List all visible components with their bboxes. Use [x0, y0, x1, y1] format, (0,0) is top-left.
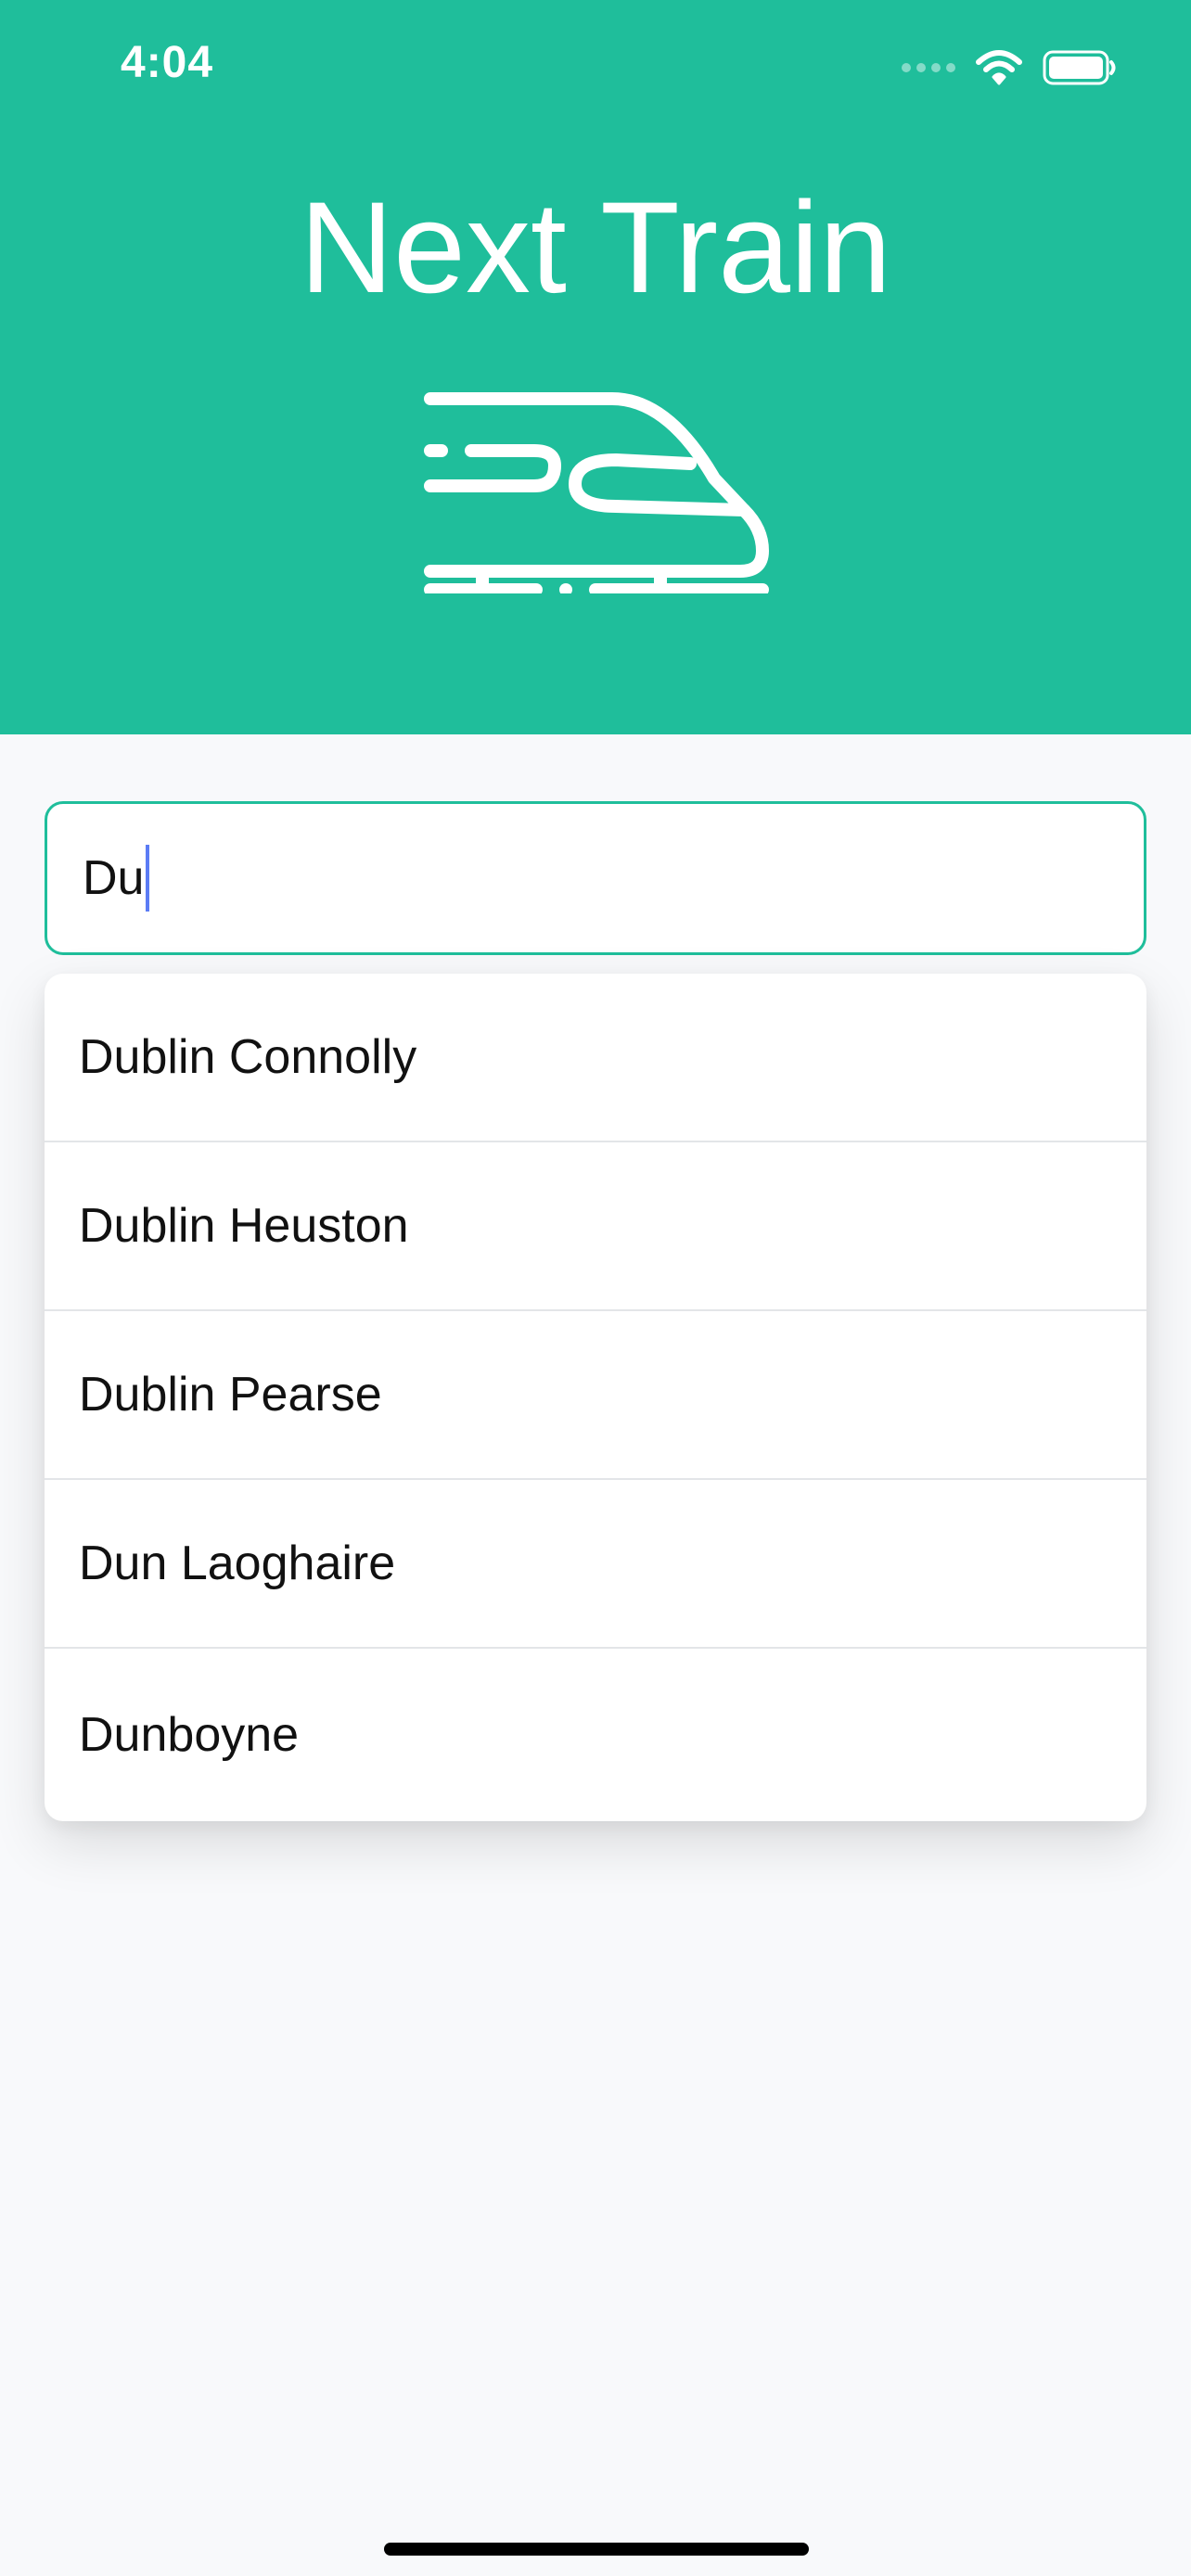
app-header: 4:04 Next Train	[0, 0, 1191, 734]
status-time: 4:04	[121, 38, 214, 87]
battery-icon	[1043, 50, 1116, 85]
status-icons	[902, 46, 1117, 89]
suggestion-item-dublin-connolly[interactable]: Dublin Connolly	[45, 974, 1146, 1142]
search-input-value: Du	[83, 851, 145, 905]
wifi-icon	[976, 50, 1022, 85]
suggestion-item-dublin-heuston[interactable]: Dublin Heuston	[45, 1142, 1146, 1311]
suggestion-item-dublin-pearse[interactable]: Dublin Pearse	[45, 1311, 1146, 1480]
train-icon	[424, 392, 769, 593]
text-cursor	[146, 845, 149, 912]
page-title: Next Train	[300, 174, 891, 320]
suggestion-item-dun-laoghaire[interactable]: Dun Laoghaire	[45, 1480, 1146, 1649]
station-search-input[interactable]: Du	[45, 801, 1146, 955]
suggestions-dropdown: Dublin Connolly Dublin Heuston Dublin Pe…	[45, 974, 1146, 1821]
home-indicator[interactable]	[384, 2543, 809, 2556]
suggestion-item-dunboyne[interactable]: Dunboyne	[45, 1649, 1146, 1821]
cellular-signal-icon	[902, 63, 955, 72]
